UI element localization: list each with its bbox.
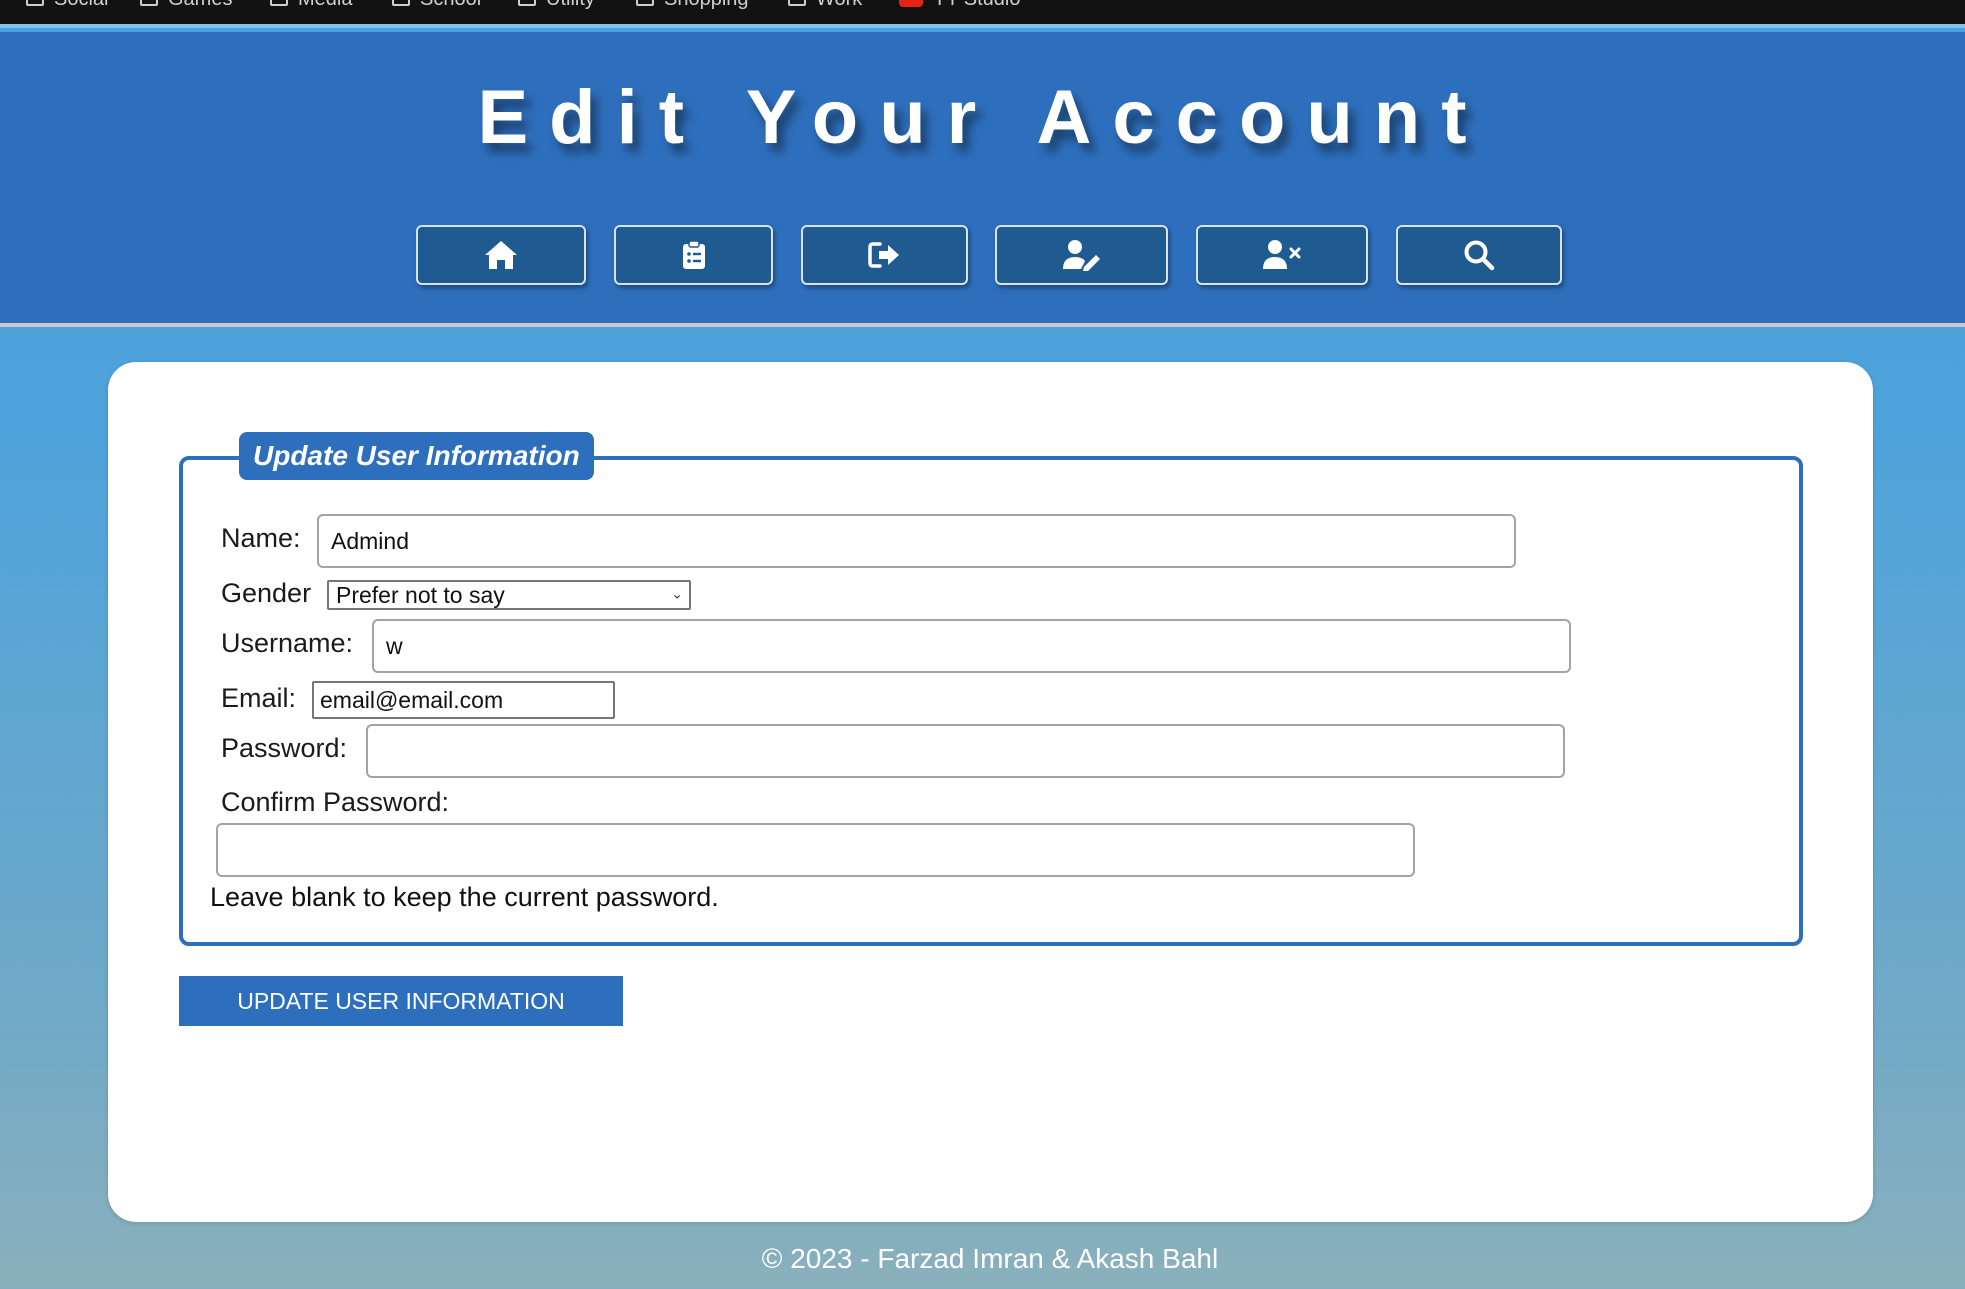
site-header: Edit Your Account [0, 32, 1965, 327]
update-user-information-button[interactable]: UPDATE USER INFORMATION [179, 976, 623, 1026]
edit-account-card: Update User Information Name: Gender Pre… [108, 362, 1873, 1222]
bookmark-label: School [420, 0, 481, 11]
bookmark-label: Utility [546, 0, 595, 11]
nav-edit-user-button[interactable] [995, 225, 1168, 285]
nav-logout-button[interactable] [801, 225, 968, 285]
bookmarks-bar: Social Games Media School Utility Shoppi… [0, 0, 1965, 28]
bookmark-yt-studio[interactable]: YT Studio [899, 0, 1020, 11]
gender-select[interactable]: Prefer not to say ⌄ [327, 580, 691, 610]
confirm-password-field[interactable] [216, 823, 1415, 877]
username-field[interactable] [372, 619, 1571, 673]
username-label: Username: [221, 628, 354, 658]
page-title: Edit Your Account [477, 75, 1488, 160]
bookmark-shopping[interactable]: Shopping [636, 0, 749, 11]
bookmark-games[interactable]: Games [140, 0, 232, 11]
user-edit-icon [1062, 239, 1102, 271]
fieldset-legend: Update User Information [239, 432, 594, 480]
sign-out-icon [867, 241, 902, 269]
nav-home-button[interactable] [416, 225, 586, 285]
bookmark-label: Games [168, 0, 232, 11]
clipboard-list-icon [682, 240, 706, 270]
gender-label: Gender [221, 578, 312, 608]
password-hint: Leave blank to keep the current password… [210, 882, 719, 912]
bookmark-label: Shopping [664, 0, 749, 11]
gender-selected-value: Prefer not to say [336, 581, 505, 608]
home-icon [483, 239, 519, 271]
folder-icon [26, 0, 44, 6]
folder-icon [392, 0, 410, 6]
nav-list-button[interactable] [614, 225, 773, 285]
bookmark-label: Social [54, 0, 108, 11]
nav-delete-user-button[interactable] [1196, 225, 1368, 285]
bookmark-label: Media [298, 0, 352, 11]
name-label: Name: [221, 523, 301, 553]
bookmark-label: Work [816, 0, 862, 11]
email-field[interactable] [312, 681, 615, 719]
folder-icon [270, 0, 288, 6]
user-remove-icon [1262, 239, 1302, 271]
password-label: Password: [221, 733, 348, 763]
bookmark-label: YT Studio [933, 0, 1020, 11]
password-field[interactable] [366, 724, 1565, 778]
bookmark-utility[interactable]: Utility [518, 0, 595, 11]
confirm-password-label: Confirm Password: [221, 787, 450, 817]
email-label: Email: [221, 683, 297, 713]
chevron-down-icon: ⌄ [671, 585, 683, 602]
folder-icon [518, 0, 536, 6]
bookmark-school[interactable]: School [392, 0, 481, 11]
folder-icon [788, 0, 806, 6]
name-field[interactable] [317, 514, 1516, 568]
nav-search-button[interactable] [1396, 225, 1562, 285]
bookmark-work[interactable]: Work [788, 0, 862, 11]
folder-icon [636, 0, 654, 6]
bookmark-media[interactable]: Media [270, 0, 352, 11]
folder-icon [140, 0, 158, 6]
bookmark-social[interactable]: Social [26, 0, 108, 11]
footer-copyright: © 2023 - Farzad Imran & Akash Bahl [761, 1243, 1219, 1274]
youtube-icon [899, 0, 923, 7]
search-icon [1463, 239, 1495, 271]
